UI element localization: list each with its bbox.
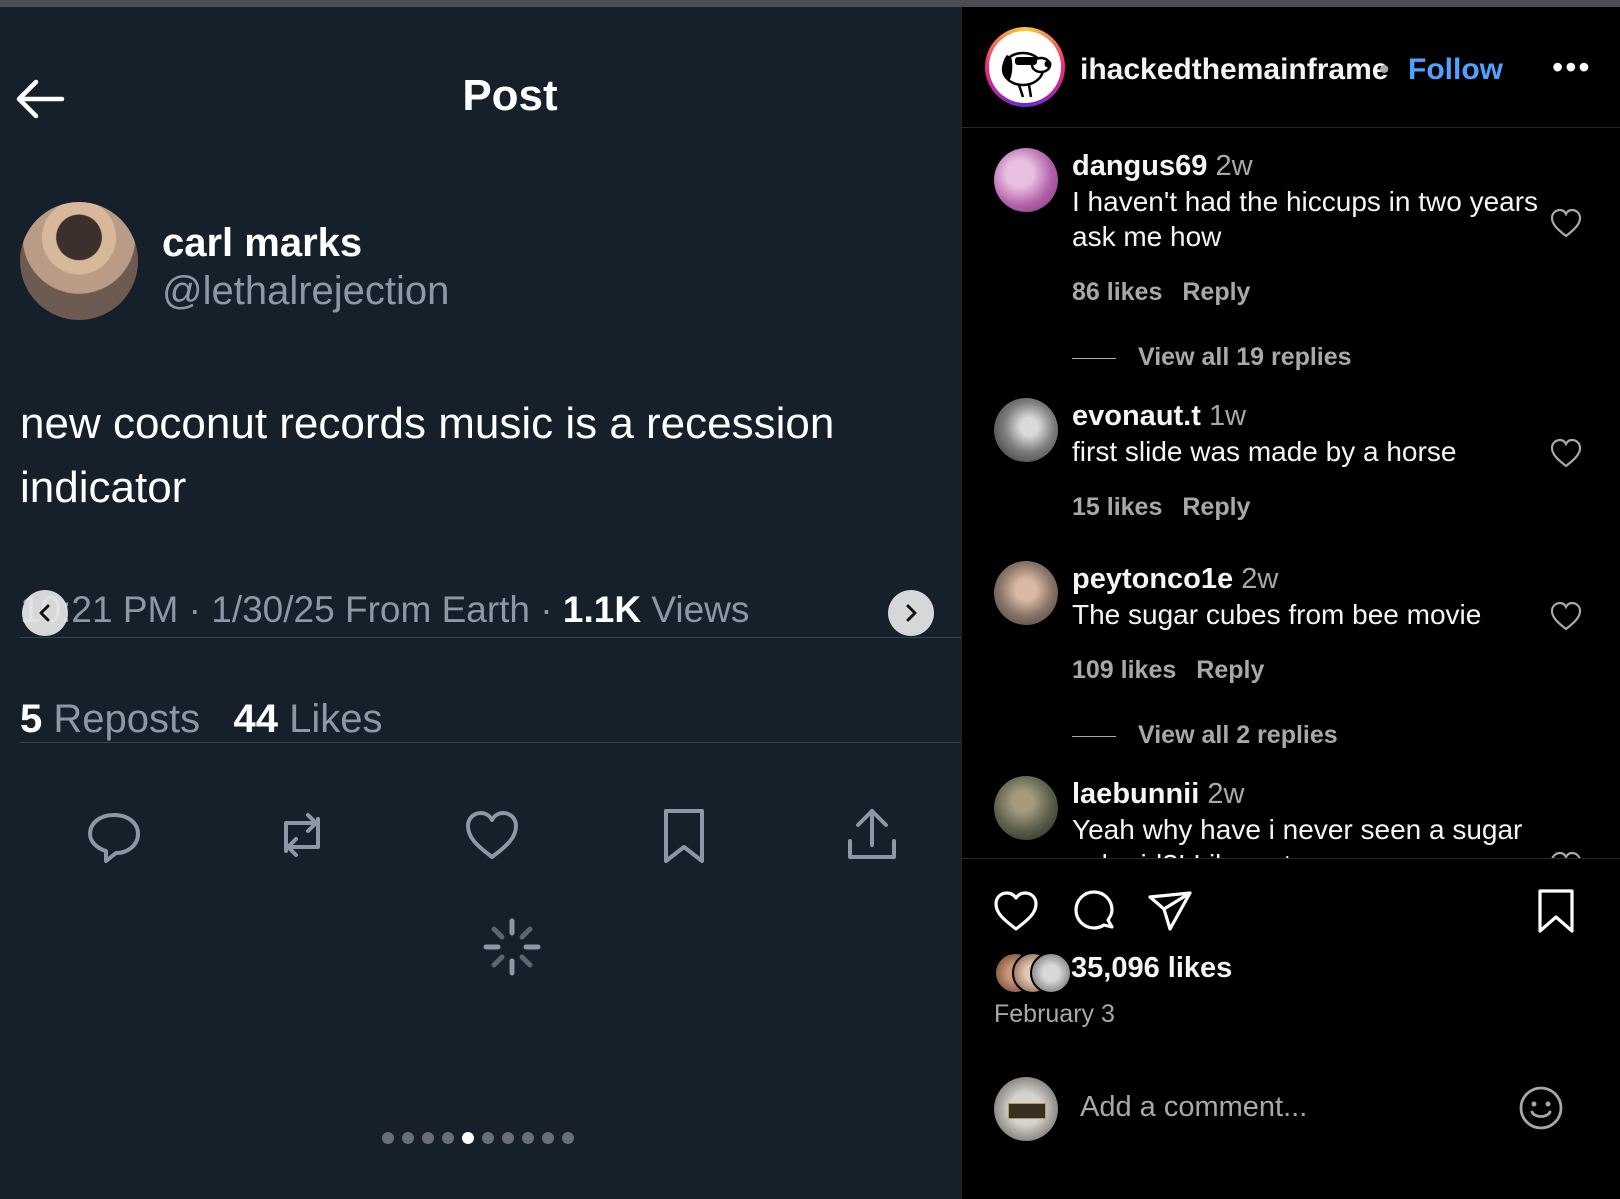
divider [20, 742, 961, 743]
view-replies-button[interactable]: View all 2 replies [1072, 721, 1338, 750]
carousel-dot [502, 1132, 514, 1144]
reposts-count: 5 [20, 697, 43, 741]
carousel-dot [402, 1132, 414, 1144]
comment-reply-button[interactable]: Reply [1196, 656, 1264, 684]
comment-bubble-icon[interactable] [1070, 887, 1118, 935]
comment-age: 2w [1241, 563, 1279, 595]
carousel-dot [482, 1132, 494, 1144]
author-handle: @lethalrejection [162, 269, 450, 313]
chevron-right-icon [906, 604, 917, 622]
save-bookmark-icon[interactable] [1532, 887, 1580, 935]
separator-dot: • [1379, 53, 1390, 86]
carousel-dot [382, 1132, 394, 1144]
post-date: February 3 [994, 1000, 1115, 1028]
comment-likes[interactable]: 86 likes [1072, 278, 1162, 306]
commenter-avatar[interactable] [994, 398, 1058, 462]
comment-reply-button[interactable]: Reply [1182, 278, 1250, 306]
comment-likes[interactable]: 109 likes [1072, 656, 1176, 684]
likes-count: 44 [233, 697, 278, 741]
comment-age: 2w [1207, 778, 1245, 810]
post-image-panel: Post carl marks @lethalrejection new coc… [0, 7, 961, 1199]
liker-avatars [994, 952, 1072, 994]
comment-text: first slide was made by a horse [1072, 436, 1457, 467]
views-label: Views [641, 589, 750, 630]
carousel-prev-button[interactable] [22, 590, 68, 636]
comment-text: Yeah why have i never seen a sugar cube … [1072, 814, 1523, 858]
current-user-avatar [994, 1077, 1058, 1141]
comment-age: 1w [1208, 400, 1247, 432]
post-meta: 10:21 PM · 1/30/25 From Earth · 1.1K Vie… [20, 589, 749, 631]
carousel-indicator [382, 1132, 574, 1144]
comment-age: 2w [1215, 150, 1253, 182]
like-comment-heart-icon[interactable] [1549, 436, 1583, 470]
post-header: ihackedthemainframe • Follow ••• [962, 7, 1620, 128]
comment-text: I haven't had the hiccups in two years a… [1072, 186, 1539, 252]
post-text: new coconut records music is a recession… [20, 399, 835, 512]
comment-reply-button[interactable]: Reply [1182, 493, 1250, 521]
views-count: 1.1K [562, 589, 642, 630]
window-top-border [0, 0, 1620, 7]
commenter-avatar[interactable] [994, 561, 1058, 625]
liker-avatar [1030, 952, 1072, 994]
commenter-avatar[interactable] [994, 776, 1058, 840]
commenter-avatar[interactable] [994, 148, 1058, 212]
like-heart-icon[interactable] [992, 887, 1040, 935]
heart-icon[interactable] [462, 805, 522, 865]
comment-username[interactable]: laebunnii [1072, 778, 1199, 810]
post-stats: 5 Reposts 44 Likes [20, 697, 382, 742]
carousel-dot [542, 1132, 554, 1144]
reply-icon[interactable] [84, 805, 144, 865]
view-replies-label: View all 2 replies [1138, 721, 1338, 749]
post-timestamp: 10:21 PM · 1/30/25 From Earth · [20, 589, 563, 630]
author-avatar [20, 202, 138, 320]
comment-username[interactable]: dangus69 [1072, 150, 1207, 182]
divider [20, 637, 961, 638]
comment-likes[interactable]: 15 likes [1072, 493, 1162, 521]
comment-username[interactable]: peytonco1e [1072, 563, 1233, 595]
chevron-left-icon [39, 604, 50, 622]
bookmark-icon[interactable] [654, 805, 714, 865]
view-replies-button[interactable]: View all 19 replies [1072, 343, 1352, 372]
follow-button[interactable]: Follow [1408, 53, 1503, 87]
post-likes-count[interactable]: 35,096 likes [1071, 952, 1232, 985]
like-comment-heart-icon[interactable] [1549, 599, 1583, 633]
carousel-dot [462, 1132, 474, 1144]
profile-avatar-ring[interactable] [985, 27, 1065, 107]
profile-avatar [989, 31, 1061, 103]
carousel-next-button[interactable] [888, 590, 934, 636]
author-name: carl marks [162, 221, 363, 265]
like-comment-heart-icon[interactable] [1549, 206, 1583, 240]
snoopy-avatar-icon [989, 31, 1061, 103]
view-replies-label: View all 19 replies [1138, 343, 1352, 371]
profile-username[interactable]: ihackedthemainframe [1080, 53, 1388, 87]
page-title: Post [462, 71, 558, 120]
carousel-dot [562, 1132, 574, 1144]
carousel-dot [522, 1132, 534, 1144]
likes-label: Likes [277, 697, 383, 741]
more-options-button[interactable]: ••• [1552, 49, 1592, 86]
reposts-label: Reposts [42, 697, 201, 741]
add-comment-input[interactable]: Add a comment... [1080, 1091, 1307, 1124]
like-comment-heart-icon[interactable] [1549, 849, 1583, 859]
carousel-dot [422, 1132, 434, 1144]
emoji-smiley-icon[interactable] [1518, 1085, 1564, 1131]
loading-spinner-icon [483, 918, 541, 976]
add-comment-bar: Add a comment... [962, 1067, 1620, 1177]
repost-icon[interactable] [272, 805, 332, 865]
instagram-panel: ihackedthemainframe • Follow ••• dangus6… [961, 7, 1620, 1199]
comment-username[interactable]: evonaut.t [1072, 400, 1201, 432]
comment-text: The sugar cubes from bee movie [1072, 599, 1482, 630]
send-paper-plane-icon[interactable] [1146, 887, 1194, 935]
carousel-dot [442, 1132, 454, 1144]
share-icon[interactable] [842, 805, 902, 865]
comments-list[interactable]: dangus69 2w I haven't had the hiccups in… [962, 128, 1620, 859]
